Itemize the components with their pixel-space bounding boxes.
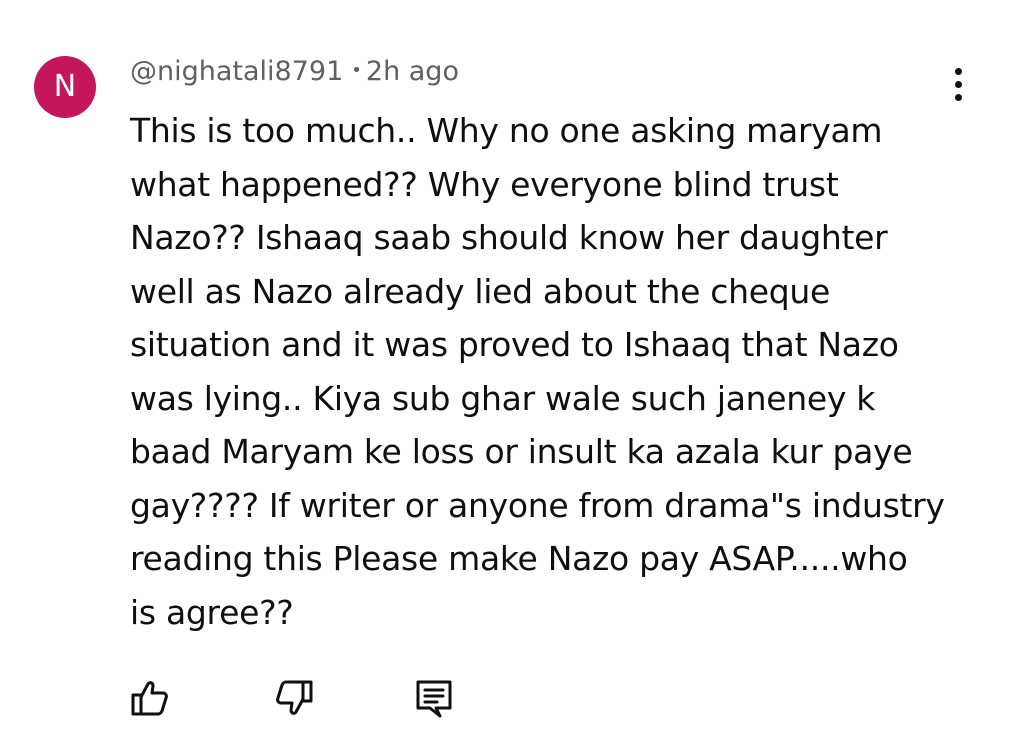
comment-text: This is too much.. Why no one asking mar… (130, 111, 945, 632)
dislike-button[interactable] (272, 676, 316, 720)
comment-reply-icon (416, 680, 452, 718)
author-handle[interactable]: @nighatali8791 (130, 56, 343, 87)
thumb-up-icon (131, 681, 168, 716)
separator-dot: • (351, 60, 362, 81)
like-button[interactable] (128, 676, 172, 720)
thumb-down-icon (276, 680, 313, 715)
reply-button[interactable] (412, 676, 456, 720)
avatar[interactable]: N (34, 56, 96, 118)
more-vert-icon[interactable] (944, 64, 974, 104)
comment-header: @nighatali8791 • 2h ago (130, 56, 459, 87)
timestamp: 2h ago (365, 56, 459, 87)
comment-thread: N @nighatali8791 • 2h ago This is too much… (0, 0, 1024, 751)
